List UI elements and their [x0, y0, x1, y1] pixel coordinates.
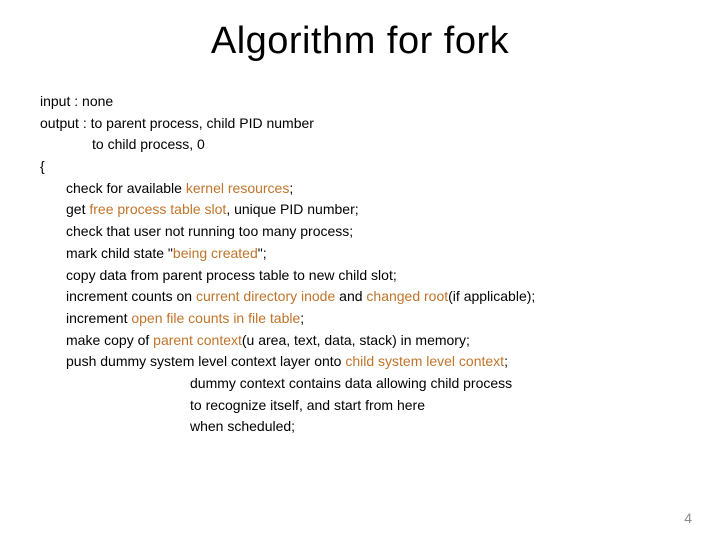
- text: mark child state ": [66, 245, 173, 261]
- text: ;: [289, 180, 293, 196]
- text: increment: [66, 310, 131, 326]
- text: check for available: [66, 180, 186, 196]
- highlight: changed root: [366, 288, 448, 304]
- highlight: open file counts in file table: [131, 310, 300, 326]
- step-11: to recognize itself, and start from here: [40, 395, 680, 417]
- text: increment counts on: [66, 288, 196, 304]
- step-7: increment open file counts in file table…: [40, 308, 680, 330]
- step-8: make copy of parent context(u area, text…: [40, 330, 680, 352]
- highlight: child system level context: [345, 353, 504, 369]
- step-12: when scheduled;: [40, 416, 680, 438]
- highlight: being created: [173, 245, 258, 261]
- input-line: input : none: [40, 91, 680, 113]
- highlight: free process table slot: [89, 201, 226, 217]
- text: make copy of: [66, 332, 153, 348]
- step-9: push dummy system level context layer on…: [40, 351, 680, 373]
- algorithm-body: input : none output : to parent process,…: [40, 91, 680, 438]
- text: and: [335, 288, 366, 304]
- highlight: kernel resources: [186, 180, 290, 196]
- step-5: copy data from parent process table to n…: [40, 265, 680, 287]
- text: ;: [300, 310, 304, 326]
- slide: Algorithm for fork input : none output :…: [0, 0, 720, 540]
- text: (u area, text, data, stack) in memory;: [242, 332, 470, 348]
- step-10: dummy context contains data allowing chi…: [40, 373, 680, 395]
- highlight: parent context: [153, 332, 242, 348]
- step-6: increment counts on current directory in…: [40, 286, 680, 308]
- output-line-1: output : to parent process, child PID nu…: [40, 113, 680, 135]
- open-brace: {: [40, 156, 680, 178]
- text: ";: [258, 245, 267, 261]
- step-3: check that user not running too many pro…: [40, 221, 680, 243]
- step-1: check for available kernel resources;: [40, 178, 680, 200]
- step-2: get free process table slot, unique PID …: [40, 199, 680, 221]
- text: push dummy system level context layer on…: [66, 353, 345, 369]
- text: (if applicable);: [448, 288, 535, 304]
- step-4: mark child state "being created";: [40, 243, 680, 265]
- text: ;: [504, 353, 508, 369]
- text: get: [66, 201, 89, 217]
- text: , unique PID number;: [226, 201, 358, 217]
- output-line-2: to child process, 0: [40, 134, 680, 156]
- highlight: current directory inode: [196, 288, 335, 304]
- slide-title: Algorithm for fork: [40, 20, 680, 63]
- page-number: 4: [684, 510, 692, 526]
